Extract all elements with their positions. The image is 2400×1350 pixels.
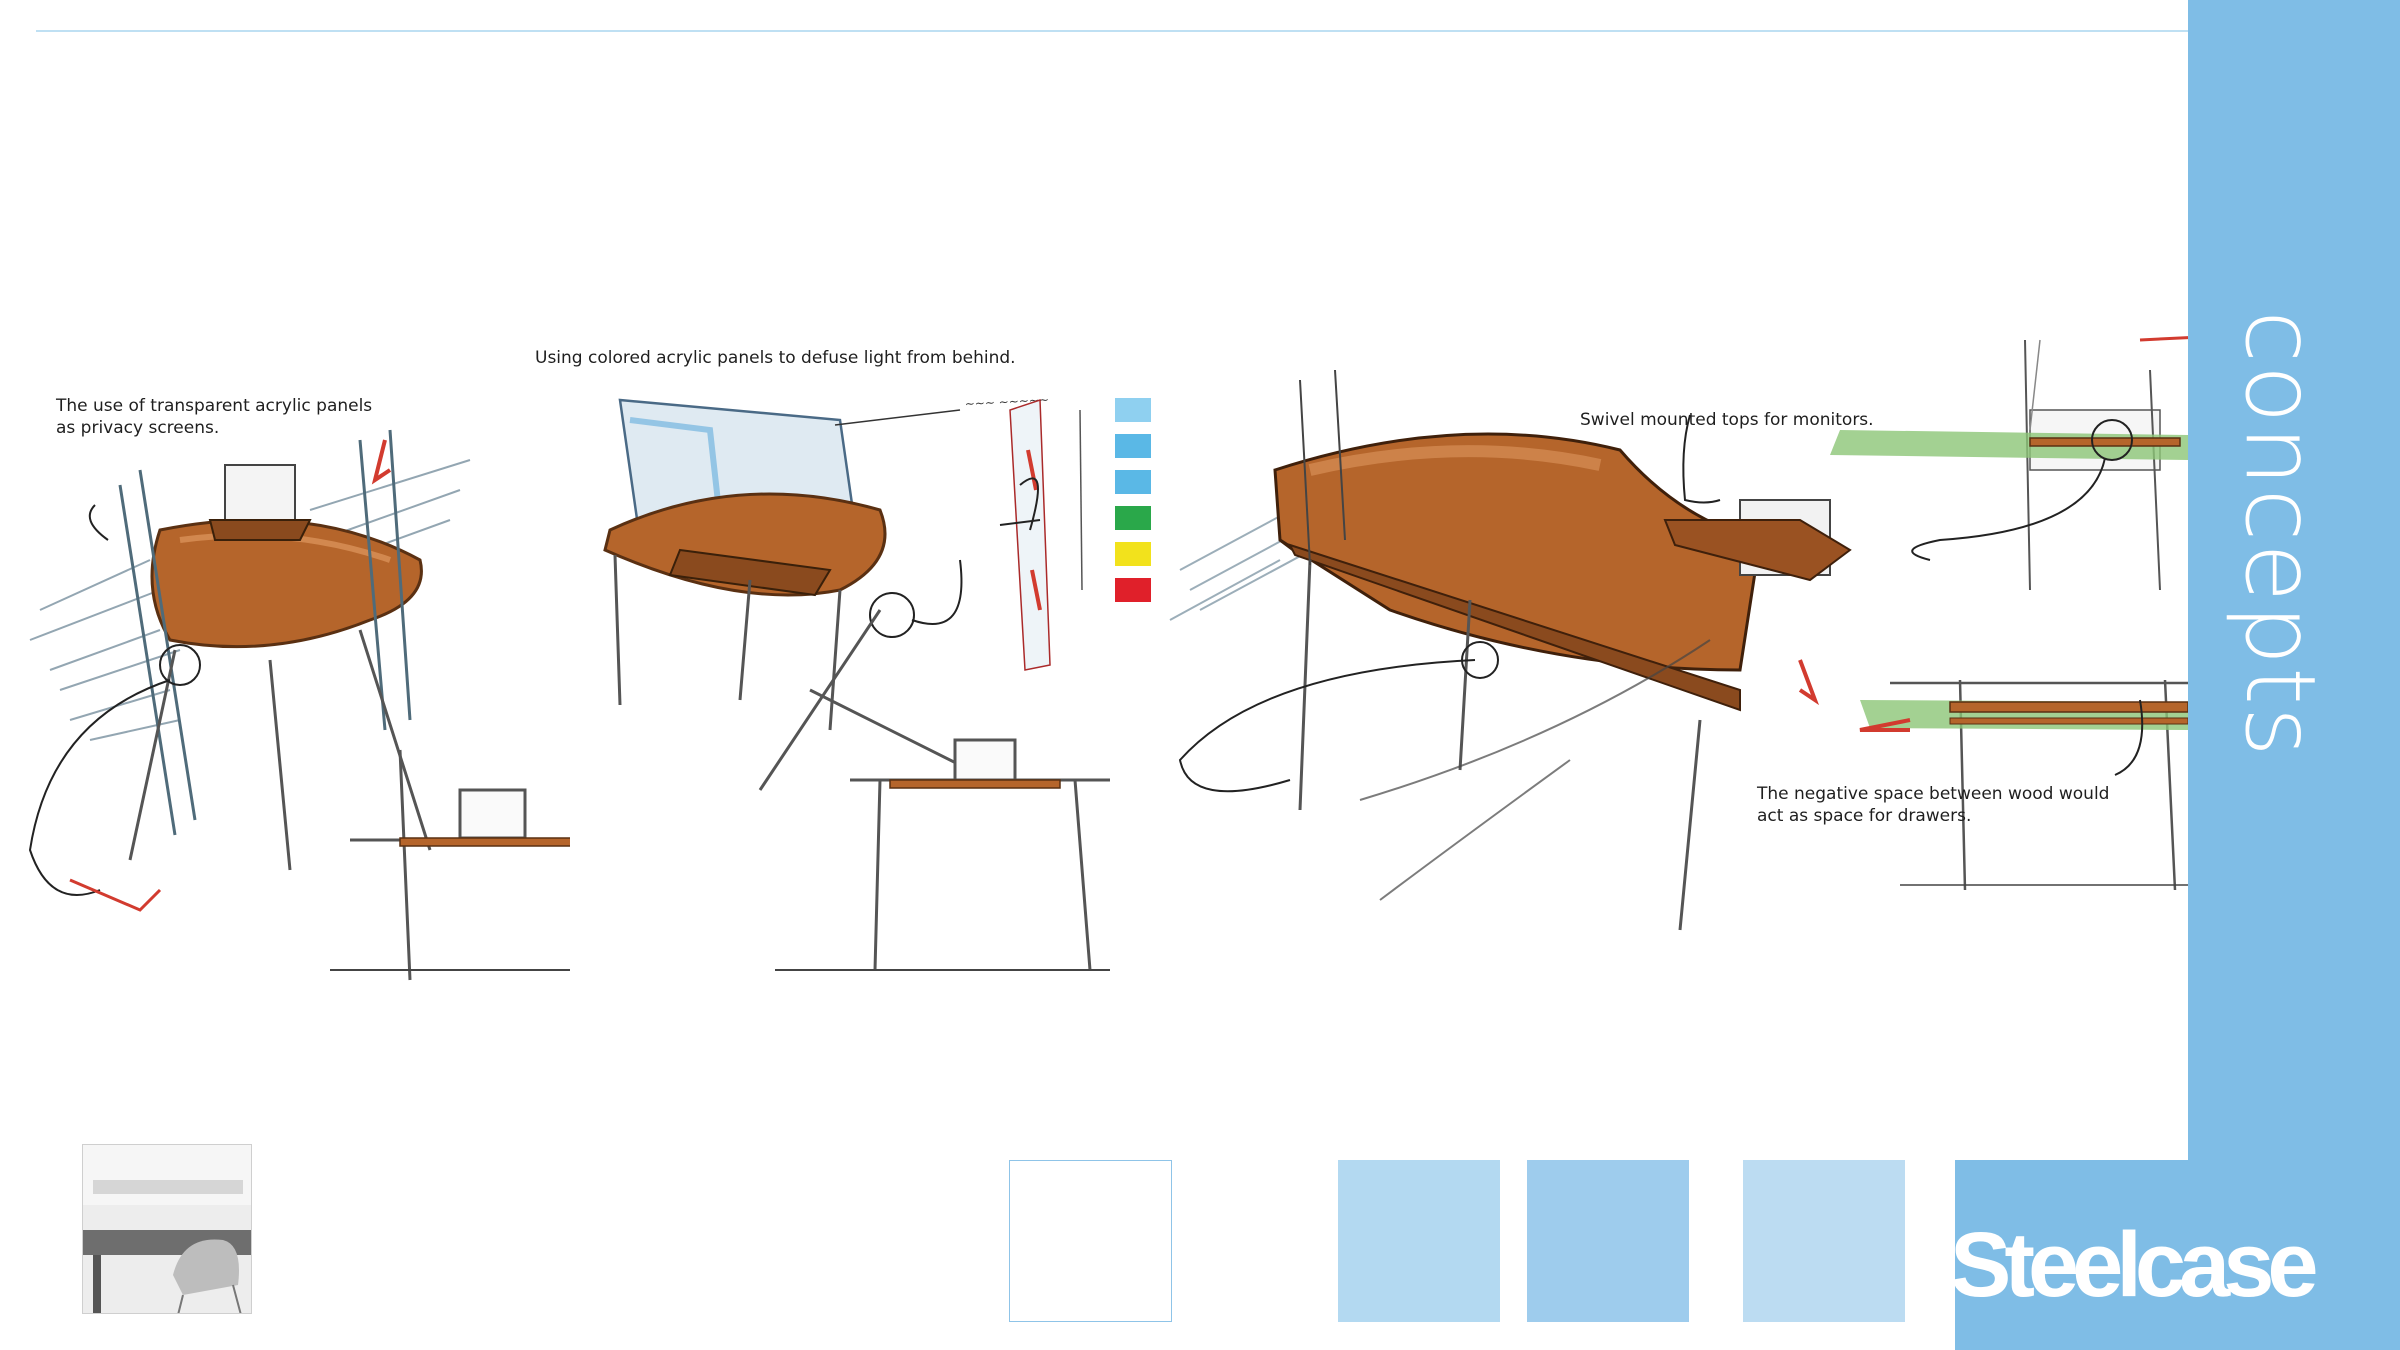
- palette-swatch-green: [1115, 506, 1151, 530]
- annotation-negative-space: The negative space between wood would ac…: [1757, 784, 2110, 826]
- palette-swatch-red: [1115, 578, 1151, 602]
- annotation-acrylic-privacy: The use of transparent acrylic panels as…: [56, 396, 373, 438]
- sketch-acrylic-desk: [28, 429, 570, 981]
- reference-photo-thumbnail: [82, 1144, 252, 1314]
- color-swatch-pale-blue: [1743, 1160, 1905, 1322]
- acrylic-color-palette: [1115, 398, 1151, 602]
- annotation-colored-acrylic: Using colored acrylic panels to defuse l…: [535, 348, 1016, 368]
- palette-swatch-light-blue: [1115, 398, 1151, 422]
- palette-swatch-blue: [1115, 434, 1151, 458]
- color-swatch-outline: [1009, 1160, 1172, 1322]
- color-swatch-light-blue: [1338, 1160, 1500, 1322]
- office-photo-image: [83, 1145, 251, 1313]
- section-title: concepts: [2224, 310, 2336, 759]
- top-divider: [36, 30, 2188, 32]
- palette-swatch-blue-2: [1115, 470, 1151, 494]
- color-swatch-medium-blue: [1527, 1160, 1689, 1322]
- sketch-colored-acrylic-desk: ~~~ ~~~~~: [603, 393, 1110, 971]
- sketch-swivel-desk: [1169, 369, 1852, 931]
- palette-swatch-yellow: [1115, 542, 1151, 566]
- steelcase-logo: Steelcase: [1950, 1214, 2319, 1316]
